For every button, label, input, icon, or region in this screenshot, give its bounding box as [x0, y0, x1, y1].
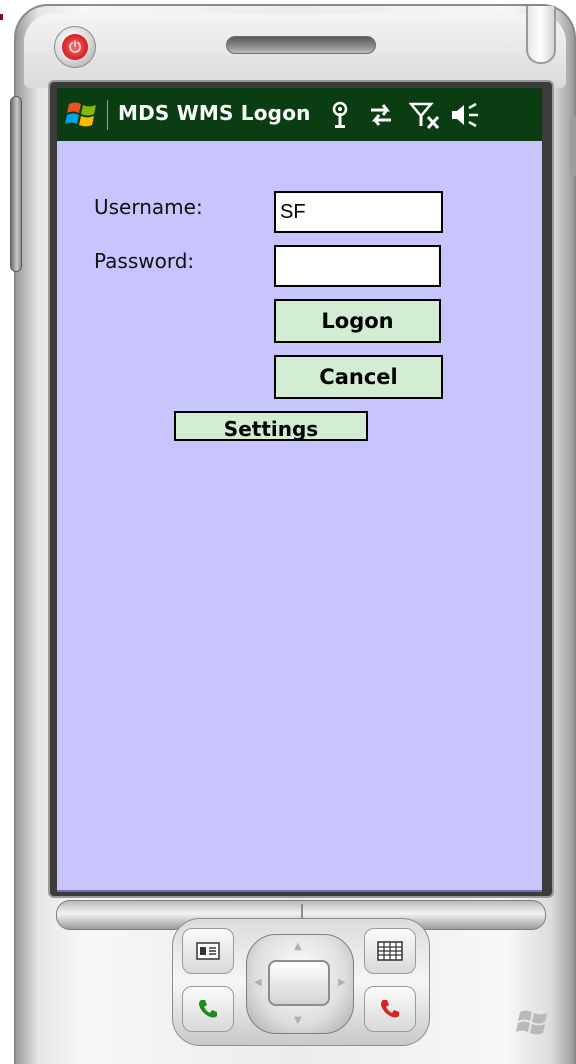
call-icon: [199, 1000, 217, 1018]
calendar-key[interactable]: [364, 928, 416, 974]
earpiece-speaker: [226, 36, 376, 54]
end-call-icon: [381, 1000, 399, 1018]
side-notch: [570, 116, 576, 176]
dpad-right-icon[interactable]: ▶: [338, 978, 346, 988]
end-call-key[interactable]: [364, 986, 416, 1032]
windows-logo-icon: [516, 1010, 547, 1035]
dpad-left-icon[interactable]: ◀: [254, 978, 262, 988]
cancel-button[interactable]: Cancel: [274, 355, 443, 399]
username-field[interactable]: SF: [274, 191, 443, 233]
call-key[interactable]: [182, 986, 234, 1032]
antenna-icon: [332, 101, 348, 128]
title-separator: [107, 100, 108, 130]
title-bar: MDS WMS Logon: [57, 88, 542, 141]
settings-button[interactable]: Settings: [174, 411, 368, 441]
contacts-icon: [196, 942, 220, 960]
username-label: Username:: [94, 195, 203, 219]
calendar-icon: [377, 941, 403, 961]
contacts-key[interactable]: [182, 928, 234, 974]
side-button[interactable]: [10, 96, 22, 272]
logon-button[interactable]: Logon: [274, 299, 441, 343]
password-label: Password:: [94, 249, 195, 273]
power-icon: ⏻: [62, 34, 88, 60]
dpad-center-button[interactable]: [268, 960, 330, 1006]
app-title: MDS WMS Logon: [118, 101, 311, 125]
device-screen: MDS WMS Logon Username: SF Password: Log…: [57, 88, 542, 892]
dpad-down-icon[interactable]: ▼: [294, 1016, 302, 1026]
power-button[interactable]: ⏻: [54, 26, 96, 68]
speaker-icon: [452, 102, 478, 128]
corner-mark: [0, 14, 3, 20]
dpad-up-icon[interactable]: ▲: [294, 942, 302, 952]
password-field[interactable]: [274, 245, 441, 287]
windows-start-icon[interactable]: [65, 98, 99, 130]
stylus-slot: [526, 6, 556, 64]
sync-arrows-icon: [371, 104, 391, 126]
no-signal-icon: [409, 102, 440, 130]
